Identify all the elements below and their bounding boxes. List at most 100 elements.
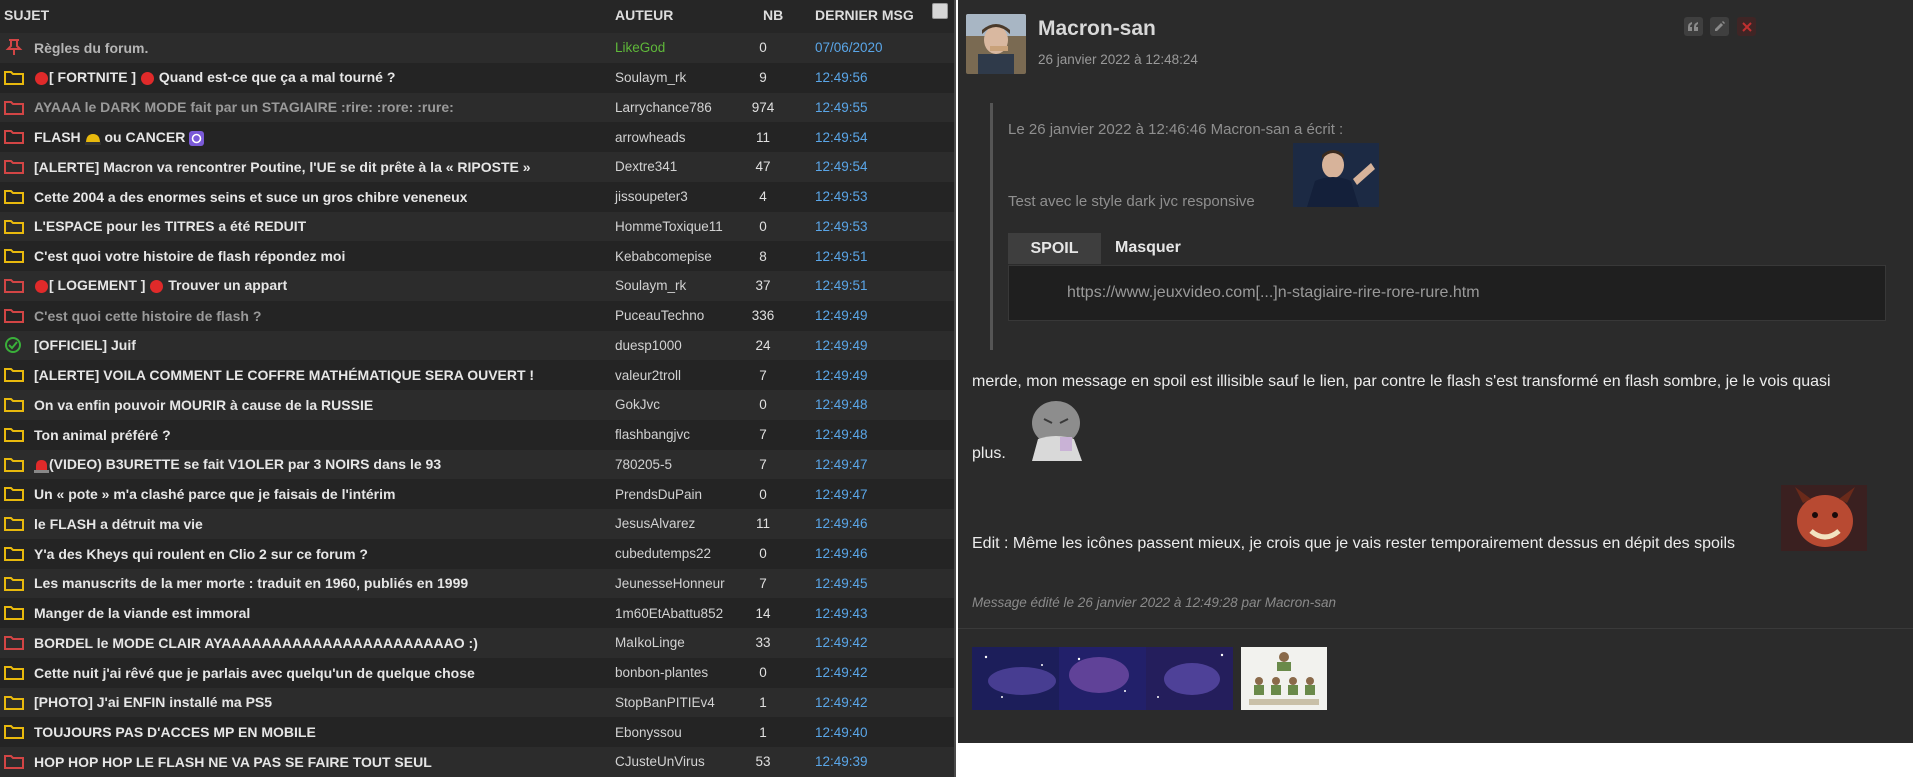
topic-author[interactable]: bonbon-plantes xyxy=(615,665,708,680)
thumbnail-image[interactable] xyxy=(1059,647,1146,710)
col-count-header[interactable]: NB xyxy=(763,7,783,23)
topic-author[interactable]: LikeGod xyxy=(615,40,665,55)
spoil-tab[interactable]: SPOIL xyxy=(1008,233,1101,264)
topic-subject-link[interactable]: Cette 2004 a des enormes seins et suce u… xyxy=(34,189,467,205)
topic-row[interactable]: FLASH ou CANCER arrowheads 11 12:49:54 xyxy=(0,122,954,152)
topic-author[interactable]: Larrychance786 xyxy=(615,100,712,115)
topic-last-message-link[interactable]: 12:49:42 xyxy=(815,695,868,710)
topic-author[interactable]: Kebabcomepise xyxy=(615,249,712,264)
col-subject-header[interactable]: SUJET xyxy=(4,7,49,23)
topic-row[interactable]: le FLASH a détruit ma vie JesusAlvarez 11 1… xyxy=(0,509,954,539)
topic-row[interactable]: HOP HOP HOP LE FLASH NE VA PAS SE FAIRE … xyxy=(0,747,954,777)
select-all-checkbox[interactable] xyxy=(932,3,948,19)
topic-row[interactable]: [ LOGEMENT ] Trouver un appart Soulaym_rk… xyxy=(0,271,954,301)
topic-subject-link[interactable]: [PHOTO] J'ai ENFIN installé ma PS5 xyxy=(34,694,272,710)
topic-subject-link[interactable]: Cette nuit j'ai rêvé que je parlais avec… xyxy=(34,665,475,681)
avatar[interactable] xyxy=(966,14,1026,74)
topic-subject-link[interactable]: Ton animal préféré ? xyxy=(34,427,171,443)
topic-subject-link[interactable]: [ALERTE] Macron va rencontrer Poutine, l… xyxy=(34,159,531,175)
topic-subject-link[interactable]: TOUJOURS PAS D'ACCES MP EN MOBILE xyxy=(34,724,316,740)
topic-row[interactable]: C'est quoi cette histoire de flash ? Puce… xyxy=(0,300,954,331)
topic-last-message-link[interactable]: 12:49:39 xyxy=(815,754,868,769)
edit-icon[interactable] xyxy=(1710,17,1729,36)
topic-last-message-link[interactable]: 12:49:42 xyxy=(815,635,868,650)
topic-last-message-link[interactable]: 12:49:49 xyxy=(815,308,868,323)
topic-subject-link[interactable]: (VIDEO) B3URETTE se fait V1OLER par 3 NO… xyxy=(34,456,441,473)
topic-row[interactable]: TOUJOURS PAS D'ACCES MP EN MOBILE Ebonyss… xyxy=(0,717,954,747)
topic-author[interactable]: valeur2troll xyxy=(615,368,681,383)
topic-author[interactable]: 780205-5 xyxy=(615,457,672,472)
topic-author[interactable]: JeunesseHonneur xyxy=(615,576,725,591)
topic-last-message-link[interactable]: 12:49:54 xyxy=(815,130,868,145)
topic-author[interactable]: Soulaym_rk xyxy=(615,70,686,85)
topic-author[interactable]: jissoupeter3 xyxy=(615,189,688,204)
topic-row[interactable]: Manger de la viande est immoral 1m60EtAba… xyxy=(0,598,954,628)
topic-row[interactable]: [OFFICIEL] Juif duesp1000 24 12:49:49 xyxy=(0,330,954,361)
topic-row[interactable]: Cette 2004 a des enormes seins et suce u… xyxy=(0,181,954,212)
topic-author[interactable]: MaIkoLinge xyxy=(615,635,685,650)
topic-last-message-link[interactable]: 12:49:51 xyxy=(815,249,868,264)
topic-last-message-link[interactable]: 12:49:48 xyxy=(815,427,868,442)
topic-author[interactable]: Soulaym_rk xyxy=(615,278,686,293)
message-date[interactable]: 26 janvier 2022 à 12:48:24 xyxy=(1038,52,1198,67)
topic-last-message-link[interactable]: 12:49:49 xyxy=(815,368,868,383)
topic-subject-link[interactable]: AYAAA le DARK MODE fait par un STAGIAIRE… xyxy=(34,99,454,115)
topic-subject-link[interactable]: Règles du forum. xyxy=(34,40,148,56)
topic-subject-link[interactable]: HOP HOP HOP LE FLASH NE VA PAS SE FAIRE … xyxy=(34,754,432,770)
col-author-header[interactable]: AUTEUR xyxy=(615,7,673,23)
hide-spoil-button[interactable]: Masquer xyxy=(1115,239,1181,257)
topic-row[interactable]: [ALERTE] VOILA COMMENT LE COFFRE MATHÉMA… xyxy=(0,360,954,390)
topic-subject-link[interactable]: le FLASH a détruit ma vie xyxy=(34,516,203,532)
topic-author[interactable]: CJusteUnVirus xyxy=(615,754,705,769)
topic-row[interactable]: C'est quoi votre histoire de flash répon… xyxy=(0,241,954,271)
thumbnail-image[interactable] xyxy=(972,647,1059,710)
topic-subject-link[interactable]: C'est quoi votre histoire de flash répon… xyxy=(34,248,345,264)
topic-row[interactable]: Règles du forum. LikeGod 0 07/06/2020 xyxy=(0,33,954,63)
topic-last-message-link[interactable]: 12:49:56 xyxy=(815,70,868,85)
topic-author[interactable]: Dextre341 xyxy=(615,159,677,174)
topic-subject-link[interactable]: Un « pote » m'a clashé parce que je fais… xyxy=(34,486,395,502)
topic-subject-link[interactable]: C'est quoi cette histoire de flash ? xyxy=(34,308,261,324)
topic-last-message-link[interactable]: 12:49:54 xyxy=(815,159,868,174)
topic-last-message-link[interactable]: 12:49:51 xyxy=(815,278,868,293)
spoil-link[interactable]: https://www.jeuxvideo.com[...]n-stagiair… xyxy=(1067,284,1480,302)
topic-last-message-link[interactable]: 12:49:45 xyxy=(815,576,868,591)
topic-author[interactable]: cubedutemps22 xyxy=(615,546,711,561)
thumbnail-image[interactable] xyxy=(1241,647,1327,710)
topic-author[interactable]: arrowheads xyxy=(615,130,686,145)
topic-last-message-link[interactable]: 12:49:42 xyxy=(815,665,868,680)
topic-row[interactable]: Y'a des Kheys qui roulent en Clio 2 sur … xyxy=(0,538,954,569)
topic-last-message-link[interactable]: 12:49:47 xyxy=(815,457,868,472)
topic-last-message-link[interactable]: 12:49:43 xyxy=(815,606,868,621)
topic-author[interactable]: duesp1000 xyxy=(615,338,682,353)
topic-subject-link[interactable]: [ FORTNITE ] Quand est-ce que ça a mal t… xyxy=(34,69,395,86)
topic-row[interactable]: [ FORTNITE ] Quand est-ce que ça a mal t… xyxy=(0,62,954,93)
topic-row[interactable]: On va enfin pouvoir MOURIR à cause de la… xyxy=(0,390,954,420)
topic-subject-link[interactable]: Les manuscrits de la mer morte : traduit… xyxy=(34,575,468,591)
topic-subject-link[interactable]: BORDEL le MODE CLAIR AYAAAAAAAAAAAAAAAAA… xyxy=(34,635,478,651)
topic-last-message-link[interactable]: 12:49:53 xyxy=(815,219,868,234)
topic-author[interactable]: PrendsDuPain xyxy=(615,487,702,502)
topic-author[interactable]: flashbangjvc xyxy=(615,427,690,442)
topic-row[interactable]: Cette nuit j'ai rêvé que je parlais avec… xyxy=(0,657,954,688)
topic-subject-link[interactable]: FLASH ou CANCER xyxy=(34,129,205,146)
topic-last-message-link[interactable]: 12:49:55 xyxy=(815,100,868,115)
topic-row[interactable]: L'ESPACE pour les TITRES a été REDUIT Hom… xyxy=(0,211,954,242)
topic-row[interactable]: Ton animal préféré ? flashbangjvc 7 12:49:4… xyxy=(0,419,954,450)
topic-author[interactable]: StopBanPITIEv4 xyxy=(615,695,715,710)
topic-last-message-link[interactable]: 12:49:48 xyxy=(815,397,868,412)
topic-subject-link[interactable]: On va enfin pouvoir MOURIR à cause de la… xyxy=(34,397,373,413)
topic-row[interactable]: (VIDEO) B3URETTE se fait V1OLER par 3 NO… xyxy=(0,449,954,480)
col-last-msg-header[interactable]: DERNIER MSG xyxy=(815,7,914,23)
quote-icon[interactable] xyxy=(1684,17,1703,36)
topic-subject-link[interactable]: L'ESPACE pour les TITRES a été REDUIT xyxy=(34,218,306,234)
topic-subject-link[interactable]: Y'a des Kheys qui roulent en Clio 2 sur … xyxy=(34,546,368,562)
topic-row[interactable]: [ALERTE] Macron va rencontrer Poutine, l… xyxy=(0,152,954,182)
topic-author[interactable]: Ebonyssou xyxy=(615,725,682,740)
topic-subject-link[interactable]: [ LOGEMENT ] Trouver un appart xyxy=(34,277,287,294)
topic-subject-link[interactable]: Manger de la viande est immoral xyxy=(34,605,250,621)
message-author[interactable]: Macron-san xyxy=(1038,17,1156,41)
topic-last-message-link[interactable]: 12:49:53 xyxy=(815,189,868,204)
topic-last-message-link[interactable]: 12:49:40 xyxy=(815,725,868,740)
topic-subject-link[interactable]: [ALERTE] VOILA COMMENT LE COFFRE MATHÉMA… xyxy=(34,367,534,383)
